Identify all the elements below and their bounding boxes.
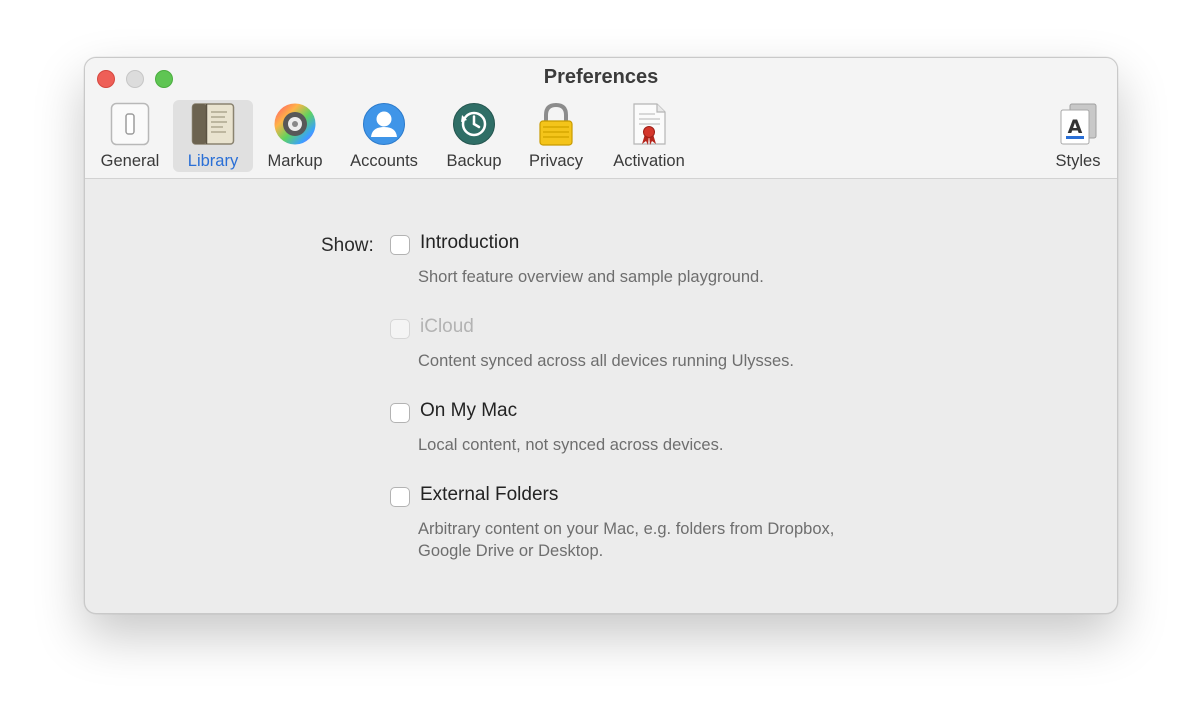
external-folders-description: Arbitrary content on your Mac, e.g. fold… (418, 520, 835, 560)
tab-styles-label: Styles (1055, 152, 1101, 170)
on-my-mac-label[interactable]: On My Mac (420, 400, 517, 422)
introduction-label[interactable]: Introduction (420, 232, 519, 254)
padlock-icon (534, 102, 578, 146)
introduction-checkbox[interactable] (390, 235, 410, 255)
font-styles-icon: A (1056, 102, 1100, 146)
external-folders-checkbox[interactable] (390, 487, 410, 507)
toolbar: Preferences General Library Markup Accou… (85, 58, 1117, 179)
tab-general-label: General (100, 152, 160, 170)
library-book-icon (191, 102, 235, 146)
on-my-mac-checkbox[interactable] (390, 403, 410, 423)
external-folders-label[interactable]: External Folders (420, 484, 558, 506)
icloud-description: Content synced across all devices runnin… (418, 352, 795, 370)
icloud-checkbox (390, 319, 410, 339)
certificate-icon (627, 102, 671, 146)
tab-markup-label: Markup (267, 152, 323, 170)
introduction-description: Short feature overview and sample playgr… (418, 268, 764, 286)
window-title: Preferences (543, 66, 659, 88)
tab-accounts-label: Accounts (350, 152, 418, 170)
tab-markup[interactable]: Markup (260, 100, 330, 172)
library-settings-pane: Show: Introduction Short feature overvie… (85, 179, 1117, 613)
tab-accounts[interactable]: Accounts (343, 100, 425, 172)
icloud-label: iCloud (420, 316, 474, 337)
tab-library-label: Library (187, 152, 239, 170)
show-label: Show: (321, 235, 374, 256)
tab-activation-label: Activation (613, 152, 685, 170)
switch-icon (108, 102, 152, 146)
tab-general[interactable]: General (97, 100, 163, 172)
person-icon (362, 102, 406, 146)
time-machine-icon (452, 102, 496, 146)
tab-privacy-label: Privacy (528, 152, 584, 170)
tab-privacy[interactable]: Privacy (522, 100, 590, 172)
tab-library[interactable]: Library (173, 100, 253, 172)
on-my-mac-description: Local content, not synced across devices… (418, 436, 724, 454)
tab-backup[interactable]: Backup (440, 100, 508, 172)
preferences-window: Preferences General Library Markup Accou… (84, 57, 1118, 614)
color-wheel-icon (273, 102, 317, 146)
tab-backup-label: Backup (446, 152, 502, 170)
tab-styles[interactable]: A Styles (1048, 100, 1108, 172)
svg-text:A: A (1068, 116, 1083, 138)
tab-activation[interactable]: Activation (606, 100, 692, 172)
